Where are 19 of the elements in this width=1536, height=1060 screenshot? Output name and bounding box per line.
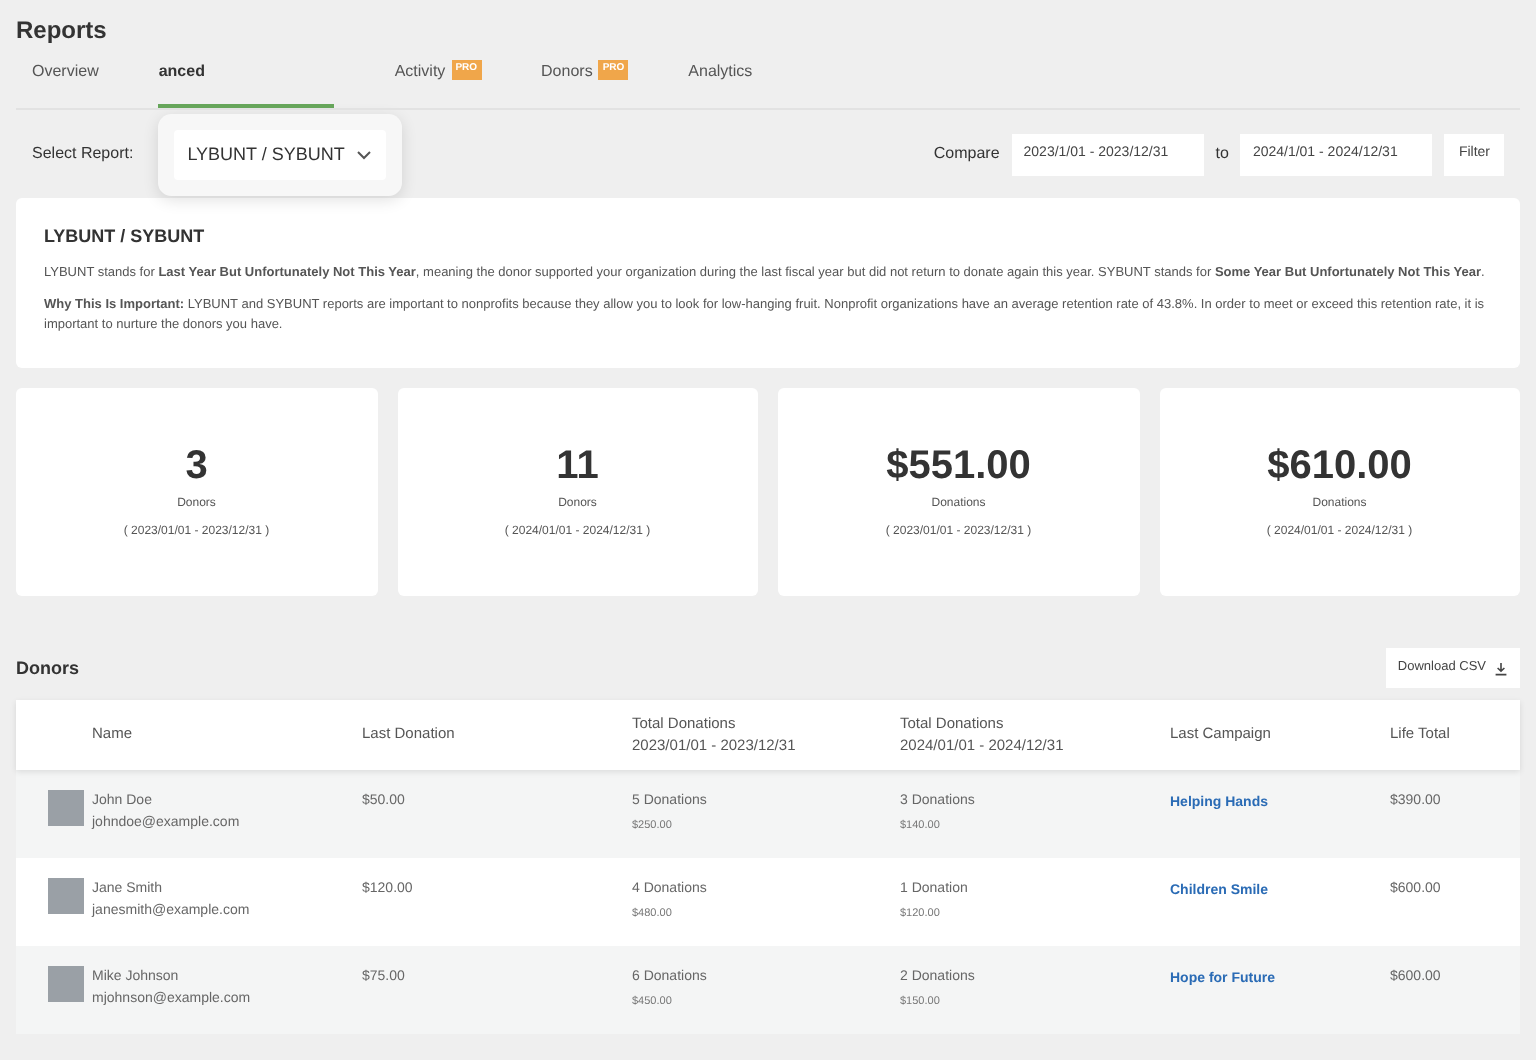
to-label: to	[1215, 142, 1229, 167]
report-select[interactable]: LYBUNT / SYBUNT	[173, 129, 387, 181]
stat-value: 3	[185, 443, 208, 488]
avatar-photo	[48, 790, 84, 827]
compare-label: Compare	[933, 142, 1000, 167]
tab[interactable]: Analytics	[688, 44, 753, 109]
page-title: Reports	[14, 14, 109, 45]
avatar-photo	[48, 878, 84, 915]
download-icon	[1494, 661, 1508, 676]
caret-icon	[356, 149, 373, 160]
section-title: Donors	[16, 657, 79, 680]
tab[interactable]: anced	[158, 44, 335, 109]
stat-value: $610.00	[1267, 443, 1412, 488]
select-label: Select Report:	[32, 142, 134, 167]
tab[interactable]: Overview	[32, 44, 99, 109]
stat-value: 11	[556, 443, 599, 488]
stat-value: $551.00	[886, 443, 1031, 488]
avatar-photo	[48, 966, 84, 1003]
info-title: LYBUNT / SYBUNT	[44, 226, 207, 249]
